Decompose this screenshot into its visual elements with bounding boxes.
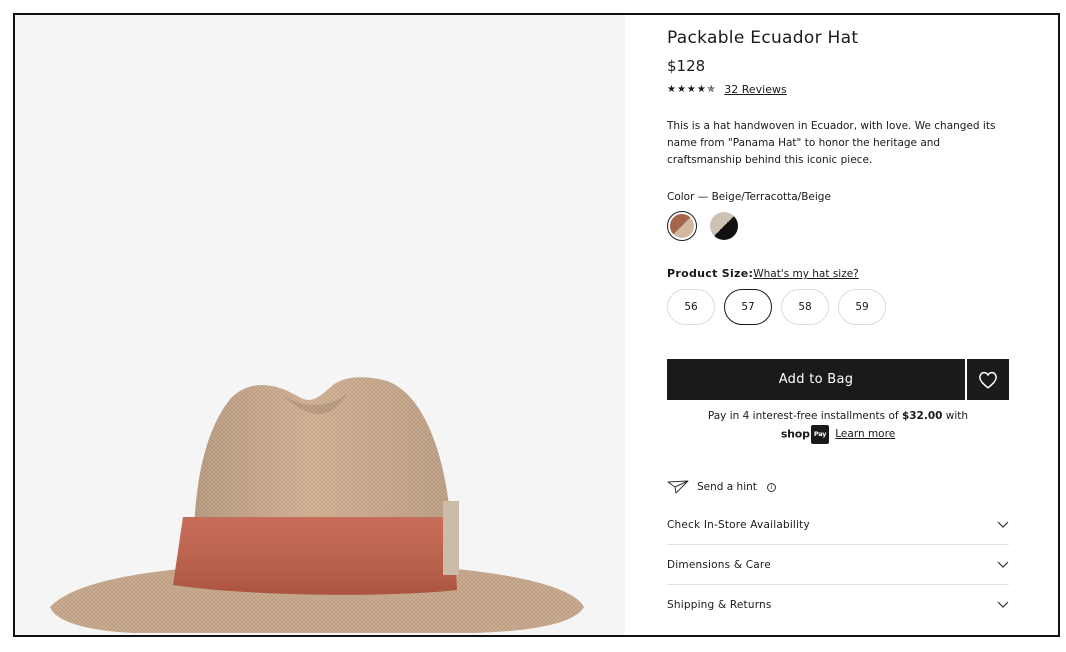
- accordion-label: Dimensions & Care: [667, 558, 771, 571]
- cart-actions: Add to Bag: [667, 359, 1009, 400]
- shop-wordmark: shop: [780, 427, 810, 441]
- installment-amount: $32.00: [901, 410, 943, 422]
- reviews-link[interactable]: 32 Reviews: [724, 83, 786, 96]
- wishlist-button[interactable]: [967, 359, 1009, 400]
- star-rating-icon: ★★★★✯: [667, 84, 717, 95]
- accordion-store-availability[interactable]: Check In-Store Availability: [667, 505, 1009, 545]
- accordion-label: Shipping & Returns: [667, 599, 772, 611]
- size-option-58[interactable]: 58: [781, 289, 829, 325]
- swatch-black-beige[interactable]: [709, 211, 739, 241]
- hat-image: [50, 377, 584, 633]
- shop-pay-logo: shop Pay: [780, 425, 830, 444]
- product-accordion: Check In-Store Availability Dimensions &…: [667, 505, 1009, 625]
- pay-badge: Pay: [810, 425, 830, 444]
- installments-info: Pay in 4 interest-free installments of $…: [667, 408, 1009, 444]
- installments-after: with: [942, 410, 969, 422]
- swatch-dot: [670, 214, 694, 238]
- size-option-57[interactable]: 57: [724, 289, 772, 325]
- send-hint-label: Send a hint: [697, 481, 757, 493]
- color-label: Color — Beige/Terracotta/Beige: [667, 191, 831, 203]
- chevron-down-icon: [997, 521, 1009, 528]
- size-label: Product Size:: [667, 267, 754, 280]
- product-description: This is a hat handwoven in Ecuador, with…: [667, 120, 996, 166]
- chevron-down-icon: [997, 561, 1009, 568]
- chevron-down-icon: [997, 601, 1009, 608]
- accordion-dimensions-care[interactable]: Dimensions & Care: [667, 545, 1009, 585]
- add-to-bag-button[interactable]: Add to Bag: [667, 359, 965, 400]
- product-price: $128: [667, 57, 706, 75]
- installments-before: Pay in 4 interest-free installments of: [707, 410, 902, 422]
- shop-pay-line: shop Pay Learn more: [667, 425, 1009, 444]
- size-option-59[interactable]: 59: [838, 289, 886, 325]
- product-image[interactable]: [15, 15, 625, 635]
- size-options: 56 57 58 59: [667, 289, 886, 325]
- swatch-dot: [710, 212, 738, 240]
- swatch-beige-terracotta[interactable]: [667, 211, 697, 241]
- product-page: Packable Ecuador Hat $128 ★★★★✯ 32 Revie…: [13, 13, 1060, 637]
- rating: ★★★★✯ 32 Reviews: [667, 83, 787, 96]
- learn-more-link[interactable]: Learn more: [835, 426, 895, 443]
- color-swatches: [667, 211, 739, 241]
- info-icon[interactable]: i: [766, 482, 776, 492]
- heart-icon: [979, 371, 997, 389]
- size-label-row: Product Size:What's my hat size?: [667, 267, 859, 280]
- size-guide-link[interactable]: What's my hat size?: [753, 268, 859, 280]
- product-title: Packable Ecuador Hat: [667, 28, 859, 48]
- accordion-label: Check In-Store Availability: [667, 518, 810, 531]
- size-option-56[interactable]: 56: [667, 289, 715, 325]
- installments-text: Pay in 4 interest-free installments of $…: [667, 408, 1009, 425]
- accordion-shipping-returns[interactable]: Shipping & Returns: [667, 585, 1009, 625]
- paper-plane-icon: [667, 480, 689, 494]
- send-hint[interactable]: Send a hint i: [667, 480, 776, 494]
